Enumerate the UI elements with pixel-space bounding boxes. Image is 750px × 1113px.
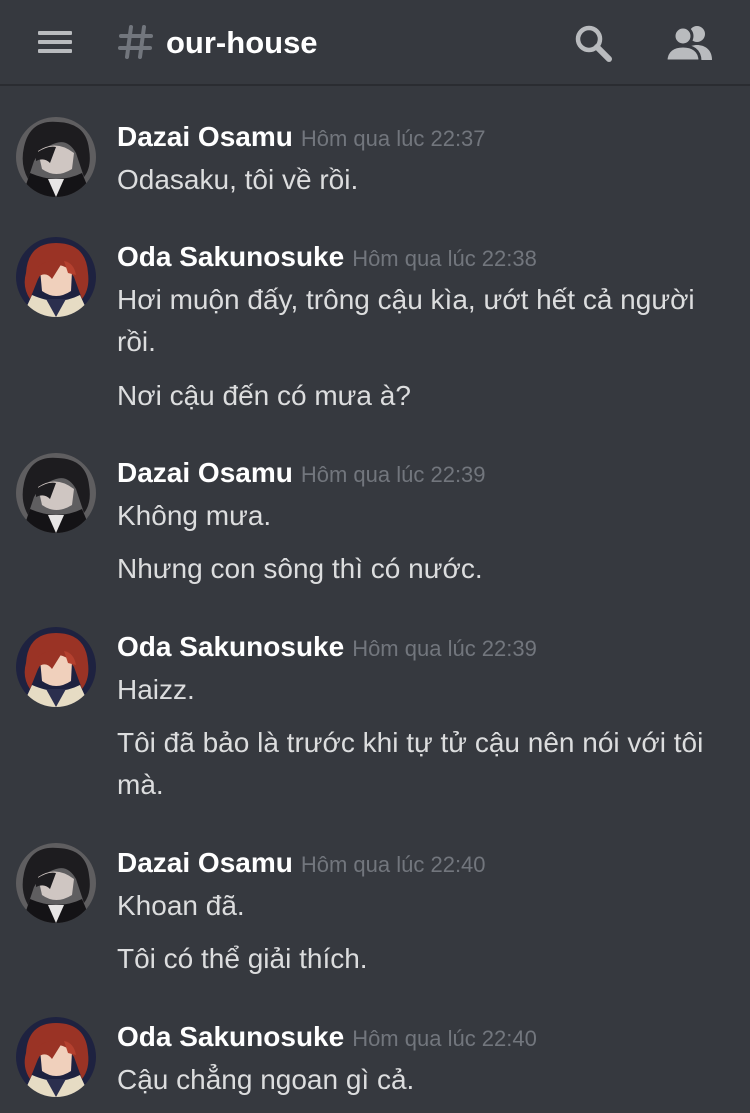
channel-header: our-house <box>0 0 750 86</box>
message-text: Odasaku, tôi về rồi. <box>117 164 359 195</box>
username[interactable]: Dazai Osamu <box>117 847 293 878</box>
timestamp: Hôm qua lúc 22:39 <box>352 636 537 661</box>
dazai-avatar[interactable] <box>16 117 96 197</box>
message-text: Cậu chẳng ngoan gì cả. <box>117 1064 415 1095</box>
message-text: Khoan đã. <box>117 890 245 921</box>
username[interactable]: Oda Sakunosuke <box>117 1021 344 1052</box>
message-text: Nơi cậu đến có mưa à? <box>117 380 411 411</box>
oda-avatar[interactable] <box>16 237 96 317</box>
message-text: Haizz. <box>117 674 195 705</box>
message-header: Dazai Osamu Hôm qua lúc 22:39 <box>117 457 486 489</box>
message-text: Tôi có thể giải thích. <box>117 943 368 974</box>
username[interactable]: Dazai Osamu <box>117 457 293 488</box>
hamburger-menu-icon[interactable] <box>36 27 76 57</box>
message-header: Dazai Osamu Hôm qua lúc 22:40 <box>117 847 486 879</box>
message-header: Oda Sakunosuke Hôm qua lúc 22:38 <box>117 241 537 273</box>
dazai-avatar[interactable] <box>16 843 96 923</box>
message-text: Nhưng con sông thì có nước. <box>117 553 483 584</box>
message-text: Tôi đã bảo là trước khi tự tử cậu nên nó… <box>117 727 704 800</box>
timestamp: Hôm qua lúc 22:37 <box>300 126 486 151</box>
message-text: Hơi muộn đấy, trông cậu kìa, ướt hết cả … <box>117 284 695 357</box>
hash-icon <box>118 25 153 59</box>
timestamp: Hôm qua lúc 22:40 <box>300 852 486 877</box>
message-header: Oda Sakunosuke Hôm qua lúc 22:40 <box>117 1021 537 1053</box>
timestamp: Hôm qua lúc 22:38 <box>352 246 537 271</box>
channel-name: our-house <box>166 25 318 60</box>
username[interactable]: Oda Sakunosuke <box>117 631 344 662</box>
timestamp: Hôm qua lúc 22:40 <box>352 1026 537 1051</box>
username[interactable]: Dazai Osamu <box>117 121 293 152</box>
message-header: Dazai Osamu Hôm qua lúc 22:37 <box>117 121 486 153</box>
message-text: Không mưa. <box>117 500 272 531</box>
username[interactable]: Oda Sakunosuke <box>117 241 344 272</box>
dazai-avatar[interactable] <box>16 453 96 533</box>
search-icon[interactable] <box>572 22 614 64</box>
members-icon[interactable] <box>664 22 716 64</box>
oda-avatar[interactable] <box>16 627 96 707</box>
message-header: Oda Sakunosuke Hôm qua lúc 22:39 <box>117 631 537 663</box>
oda-avatar[interactable] <box>16 1017 96 1097</box>
timestamp: Hôm qua lúc 22:39 <box>300 462 486 487</box>
